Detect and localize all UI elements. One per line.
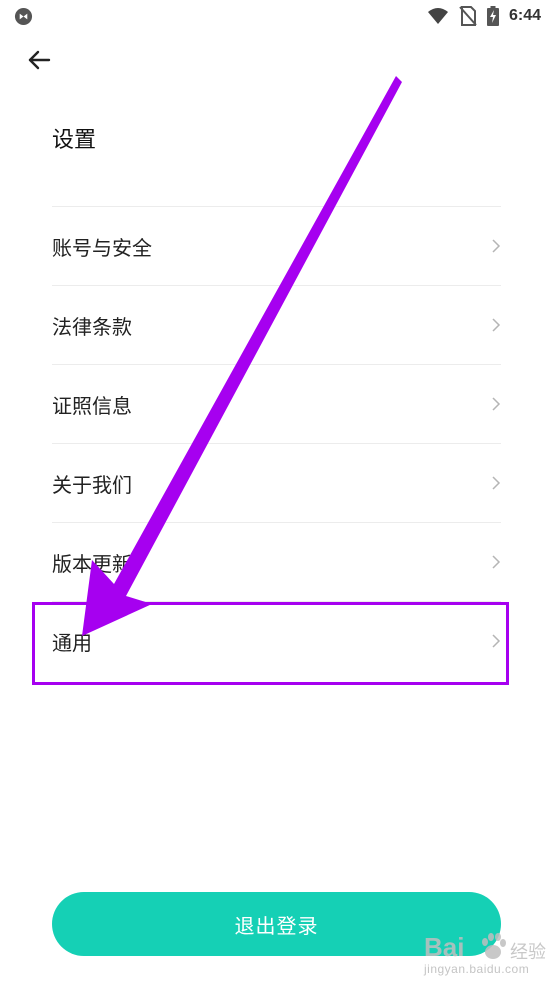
chevron-right-icon — [492, 476, 501, 490]
page-title: 设置 — [52, 128, 97, 153]
settings-item-label: 账号与安全 — [52, 235, 152, 260]
chevron-right-icon — [492, 555, 501, 569]
settings-item-account-security[interactable]: 账号与安全 — [52, 207, 501, 286]
settings-item-label: 关于我们 — [52, 472, 132, 497]
settings-item-label: 版本更新 — [52, 551, 132, 576]
status-icons: 6:44 — [427, 5, 541, 27]
settings-item-legal-terms[interactable]: 法律条款 — [52, 286, 501, 365]
watermark-suffix: 经验 — [510, 942, 546, 963]
status-bar: 6:44 — [0, 0, 553, 34]
logout-button[interactable]: 退出登录 — [52, 892, 501, 956]
settings-item-about-us[interactable]: 关于我们 — [52, 444, 501, 523]
settings-item-general[interactable]: 通用 — [52, 602, 501, 680]
chevron-right-icon — [492, 634, 501, 648]
settings-item-license-info[interactable]: 证照信息 — [52, 365, 501, 444]
status-time: 6:44 — [508, 7, 541, 24]
settings-item-label: 法律条款 — [52, 314, 132, 339]
settings-item-label: 通用 — [52, 630, 92, 655]
settings-item-label: 证照信息 — [52, 393, 132, 418]
no-sim-icon — [459, 6, 477, 26]
chevron-right-icon — [492, 239, 501, 253]
wifi-icon — [427, 8, 448, 24]
chevron-right-icon — [492, 318, 501, 332]
battery-charging-icon — [486, 6, 499, 26]
chevron-right-icon — [492, 397, 501, 411]
back-button[interactable] — [24, 46, 54, 74]
settings-item-version-update[interactable]: 版本更新 — [52, 523, 501, 602]
app-notification-icon — [14, 7, 33, 26]
settings-list: 账号与安全 法律条款 证照信息 关于我们 版本更新 通用 — [52, 206, 501, 680]
back-arrow-icon — [28, 50, 51, 70]
watermark-url: jingyan.baidu.com — [424, 962, 530, 976]
